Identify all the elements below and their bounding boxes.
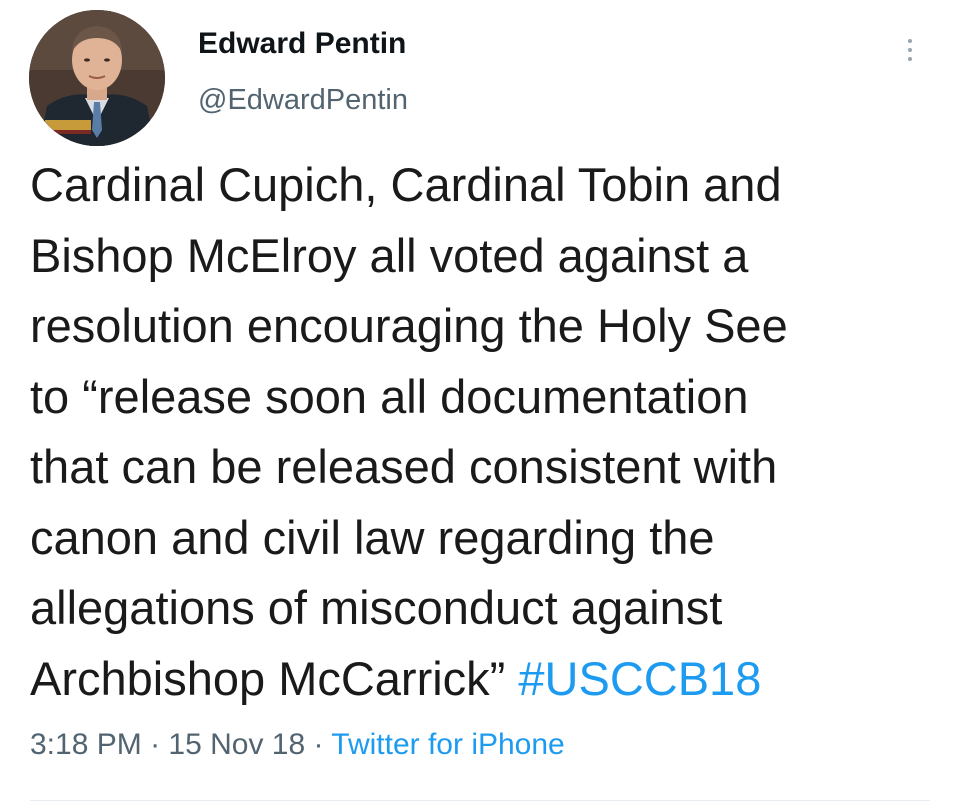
meta-separator: · xyxy=(141,728,169,761)
tweet-text-line: Bishop McElroy all voted against a xyxy=(30,228,749,282)
avatar-image xyxy=(29,10,165,146)
tweet-card: Edward Pentin @EdwardPentin Cardinal Cup… xyxy=(0,0,960,812)
tweet-text-line: Cardinal Cupich, Cardinal Tobin and xyxy=(30,158,782,211)
more-vertical-icon-dot xyxy=(908,48,912,52)
tweet-meta: 3:18 PM · 15 Nov 18 · Twitter for iPhone xyxy=(30,728,565,762)
tweet-text-line: allegations of misconduct against xyxy=(30,581,723,634)
tweet-text-line: that can be released consistent with xyxy=(30,440,778,493)
more-options-button[interactable] xyxy=(892,28,928,72)
author-display-name[interactable]: Edward Pentin xyxy=(198,27,406,61)
tweet-date[interactable]: 15 Nov 18 xyxy=(168,728,305,761)
tweet-text-line: canon and civil law regarding the xyxy=(30,510,715,564)
tweet-text-line: resolution encouraging the Holy See xyxy=(30,299,788,352)
tweet-text-fragment: Archbishop McCarrick” xyxy=(30,651,519,705)
tweet-text: Cardinal Cupich, Cardinal Tobin and Bish… xyxy=(30,150,930,714)
avatar[interactable] xyxy=(29,10,165,146)
divider xyxy=(30,800,930,801)
more-vertical-icon xyxy=(908,39,912,43)
more-vertical-icon-dot xyxy=(908,57,912,61)
tweet-text-line: to “release soon all documentation xyxy=(30,369,749,423)
tweet-source-link[interactable]: Twitter for iPhone xyxy=(331,728,564,761)
meta-separator: · xyxy=(305,728,332,761)
tweet-time[interactable]: 3:18 PM xyxy=(30,728,142,761)
hashtag-link[interactable]: #USCCB18 xyxy=(518,652,761,705)
tweet-text-last-line: Archbishop McCarrick” #USCCB18 xyxy=(30,644,930,715)
author-handle[interactable]: @EdwardPentin xyxy=(198,84,408,117)
